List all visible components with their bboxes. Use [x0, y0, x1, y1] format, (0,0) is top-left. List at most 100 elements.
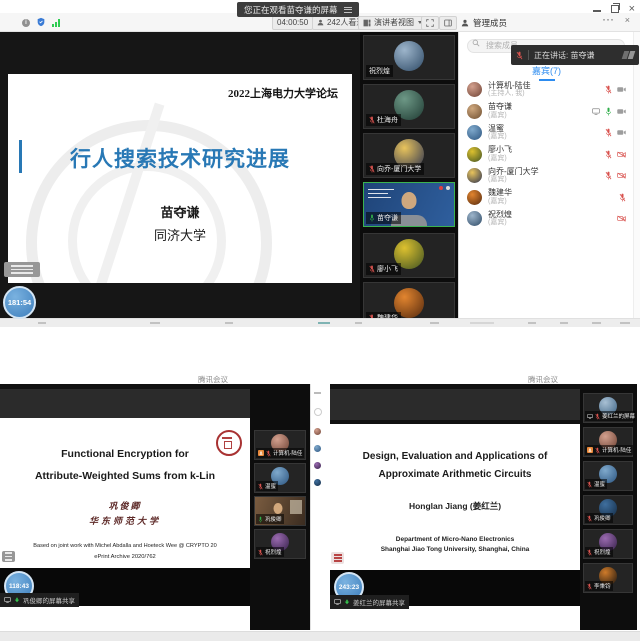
view-mode-selector[interactable]: 演讲者视图 [358, 16, 427, 30]
video-thumbnail[interactable]: 巩俊卿 [583, 495, 633, 525]
participant-row[interactable]: 向乔-厦门大学 (嘉宾) [459, 165, 634, 187]
video-thumbnail[interactable]: 杜海舟 [363, 84, 455, 129]
video-thumbnail[interactable]: 祝烈煌 [363, 35, 455, 80]
screen-share-label: 巩俊卿的屏幕共享 [0, 593, 79, 607]
host-badge-icon [587, 447, 593, 453]
video-thumbnail[interactable]: 苗夺谦 [363, 182, 455, 227]
mic-muted-icon [587, 481, 592, 488]
camera-icon [617, 108, 626, 115]
toast-menu-icon[interactable] [344, 7, 352, 13]
info-icon: i [22, 19, 30, 27]
participant-row[interactable]: 温蜜 (嘉宾) [459, 122, 634, 144]
duration-badge[interactable]: 181:54 [3, 286, 36, 319]
participant-role: (嘉宾) [488, 219, 611, 227]
participant-row[interactable]: 计算机-陆佳 (主持人, 我) [459, 79, 634, 101]
participant-name: 廖小飞 [488, 145, 599, 155]
thumbnail-name: 祝烈煌 [594, 548, 611, 556]
thumbnail-name-label: 温蜜 [256, 481, 278, 491]
camera-icon [617, 129, 626, 136]
restore-button[interactable] [611, 5, 619, 13]
video-thumbnail[interactable]: 向乔-厦门大学 [363, 133, 455, 178]
share-label-text: 巩俊卿的屏幕共享 [23, 595, 75, 605]
share-arrow-icon [344, 599, 350, 605]
thumbnail-name-label: 向乔-厦门大学 [366, 163, 424, 175]
video-thumbnail[interactable]: 廖小飞 [363, 233, 455, 278]
slide-title-line2: Attribute-Weighted Sums from k-Lin [0, 470, 250, 482]
mic-muted-icon [605, 128, 612, 137]
mic-muted-icon [605, 150, 612, 159]
avatar [467, 190, 482, 205]
thumbnail-name: 巩俊卿 [265, 515, 282, 523]
side-panel-toggle[interactable] [439, 16, 457, 30]
mic-muted-icon [266, 450, 271, 457]
collapsed-menu-button[interactable] [331, 552, 344, 564]
video-thumbnail[interactable]: 姜红兰的屏幕共享 [583, 393, 633, 423]
camera-off-icon [617, 215, 626, 222]
video-thumbnail[interactable]: 魏建华 [363, 282, 455, 318]
thumbnail-name: 姜红兰的屏幕共享 [602, 412, 635, 420]
video-thumbnail[interactable]: 温蜜 [254, 463, 306, 493]
thumbnail-name-label: 祝烈煌 [366, 65, 393, 77]
more-button[interactable]: ··· [603, 15, 615, 25]
slide-affiliation: 华东师范大学 [0, 514, 250, 527]
thumbnail-name: 李秉钧 [594, 582, 611, 590]
watching-screen-toast: 您正在观看苗夺谦的屏幕 [237, 2, 359, 17]
meeting-timer-chip[interactable]: 04:00:50 [272, 16, 313, 30]
speaking-toast: 正在讲话: 苗夺谦 [511, 45, 639, 65]
screen-share-icon [334, 599, 341, 605]
fullscreen-button[interactable] [421, 16, 439, 30]
minimize-button[interactable] [593, 10, 601, 12]
video-thumbnail[interactable]: 祝烈煌 [254, 529, 306, 559]
video-thumbnail[interactable]: 温蜜 [583, 461, 633, 491]
screen-share-label: 姜红兰的屏幕共享 [330, 595, 409, 609]
collapsed-menu-button[interactable] [2, 551, 15, 562]
participant-row[interactable]: 魏建华 (嘉宾) [459, 187, 634, 209]
thumbnail-name: 廖小飞 [377, 264, 398, 274]
duration-badge-text: 243:23 [339, 584, 359, 591]
status-dot-icon [446, 186, 450, 190]
video-thumbnail[interactable]: 李秉钧 [583, 563, 633, 593]
avatar [467, 168, 482, 183]
presentation-slide: Functional Encryption for Attribute-Weig… [0, 418, 250, 568]
screen-share-icon [592, 108, 600, 115]
thumbnail-name: 巩俊卿 [594, 514, 611, 522]
video-thumbnail[interactable]: 祝烈煌 [583, 529, 633, 559]
participant-role: (主持人, 我) [488, 90, 599, 98]
mic-on-icon [369, 214, 375, 222]
video-thumbnail[interactable]: 计算机-陆佳 [254, 430, 306, 460]
avatar [467, 104, 482, 119]
thumbnail-name-label: 温蜜 [585, 479, 607, 489]
collapsed-menu-button[interactable] [4, 262, 40, 277]
thumbnail-name-label: 祝烈煌 [585, 547, 613, 557]
participant-row[interactable]: 廖小飞 (嘉宾) [459, 144, 634, 166]
video-thumbnail-strip: 姜红兰的屏幕共享 计算机-陆佳 温蜜 [580, 384, 637, 630]
participant-name: 祝烈煌 [488, 210, 611, 220]
participant-row[interactable]: 祝烈煌 (嘉宾) [459, 208, 634, 230]
mic-muted-icon [605, 85, 612, 94]
participant-list: 计算机-陆佳 (主持人, 我) 苗夺谦 (嘉宾) [459, 79, 634, 230]
video-thumbnail[interactable]: 计算机-陆佳 [583, 427, 633, 457]
presentation-slide: Design, Evaluation and Applications of A… [330, 424, 580, 570]
app-title: 腾讯会议 [198, 374, 228, 385]
thumbnail-name: 计算机-陆佳 [602, 446, 631, 454]
participant-row[interactable]: 苗夺谦 (嘉宾) [459, 101, 634, 123]
thumbnail-name-label: 巩俊卿 [256, 514, 284, 524]
video-thumbnail[interactable]: 巩俊卿 [254, 496, 306, 526]
participant-name: 向乔-厦门大学 [488, 167, 599, 177]
share-arrow-icon [14, 597, 20, 603]
thumbnail-name-label: 计算机-陆佳 [256, 448, 304, 458]
meeting-logo-icon [623, 51, 634, 59]
taskbar-strip [0, 318, 640, 327]
mic-muted-icon [369, 165, 375, 173]
status-icons: i [22, 17, 60, 27]
panel-close-button[interactable]: × [625, 15, 630, 25]
meeting-timer: 04:00:50 [277, 18, 308, 27]
forum-header: 2022上海电力大学论坛 [228, 85, 338, 101]
thumbnail-name-label: 姜红兰的屏幕共享 [585, 411, 635, 421]
thumbnail-name-label: 杜海舟 [366, 114, 401, 126]
mic-on-icon [605, 107, 612, 116]
thumbnail-name-label: 李秉钧 [585, 581, 613, 591]
fullscreen-icon [426, 19, 434, 27]
panel-scrollbar[interactable] [633, 31, 640, 318]
participant-role: (嘉宾) [488, 176, 599, 184]
